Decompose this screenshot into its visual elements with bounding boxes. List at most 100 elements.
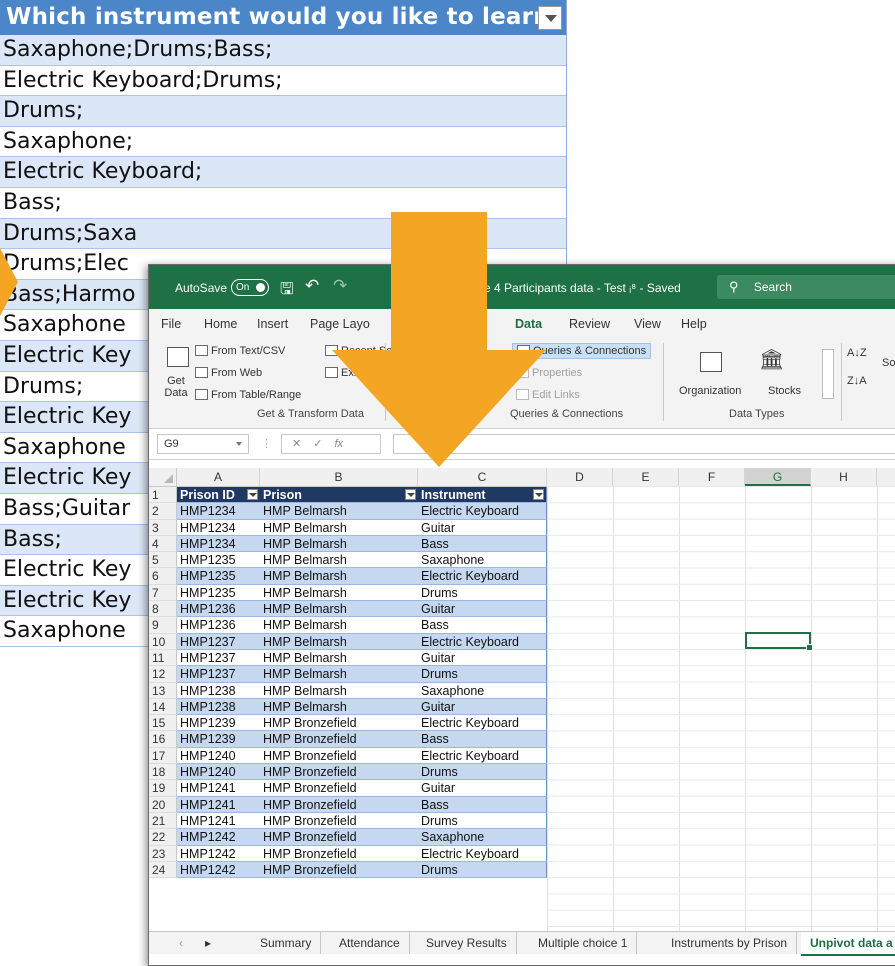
cell-prison[interactable]: HMP Belmarsh <box>260 649 418 667</box>
cell-prison-id[interactable]: HMP1235 <box>177 584 260 602</box>
cancel-icon[interactable]: ✕ <box>292 438 313 450</box>
cell-instrument[interactable]: Bass <box>418 796 547 813</box>
cell-prison[interactable]: HMP Belmarsh <box>260 519 418 536</box>
row-number[interactable]: 14 <box>149 698 177 716</box>
filter-icon[interactable] <box>533 489 544 500</box>
cell-instrument[interactable]: Electric Keyboard <box>418 633 547 650</box>
row-number[interactable]: 10 <box>149 633 177 650</box>
cell-instrument[interactable]: Guitar <box>418 780 547 797</box>
header-prison-id[interactable]: Prison ID <box>177 487 260 504</box>
cell-instrument[interactable]: Saxaphone <box>418 829 547 846</box>
cell-prison-id[interactable]: HMP1241 <box>177 796 260 813</box>
header-prison[interactable]: Prison <box>260 487 418 504</box>
cell-instrument[interactable]: Bass <box>418 535 547 553</box>
cell-prison-id[interactable]: HMP1240 <box>177 747 260 765</box>
cell-prison-id[interactable]: HMP1242 <box>177 845 260 862</box>
row-number[interactable]: 22 <box>149 829 177 846</box>
cell-prison[interactable]: HMP Belmarsh <box>260 503 418 520</box>
cell-instrument[interactable]: Guitar <box>418 519 547 536</box>
organization-button[interactable]: Organization <box>679 385 741 397</box>
row-number[interactable]: 12 <box>149 666 177 683</box>
cell-prison-id[interactable]: HMP1236 <box>177 601 260 618</box>
row-number[interactable]: 16 <box>149 731 177 748</box>
row-number[interactable]: 21 <box>149 812 177 830</box>
row-number[interactable]: 19 <box>149 780 177 797</box>
cell-instrument[interactable]: Saxaphone <box>418 682 547 699</box>
cell-prison-id[interactable]: HMP1240 <box>177 764 260 781</box>
cell-prison[interactable]: HMP Bronzefield <box>260 812 418 830</box>
cell-instrument[interactable]: Drums <box>418 812 547 830</box>
row-number[interactable]: 2 <box>149 503 177 520</box>
cell-prison-id[interactable]: HMP1238 <box>177 682 260 699</box>
cell-prison-id[interactable]: HMP1241 <box>177 780 260 797</box>
row-number[interactable]: 1 <box>149 487 177 504</box>
cell-prison[interactable]: HMP Belmarsh <box>260 568 418 585</box>
cell-prison[interactable]: HMP Belmarsh <box>260 617 418 634</box>
from-table-range-button[interactable]: From Table/Range <box>195 389 301 401</box>
row-number[interactable]: 23 <box>149 845 177 862</box>
cell-instrument[interactable]: Guitar <box>418 601 547 618</box>
cell-prison[interactable]: HMP Bronzefield <box>260 764 418 781</box>
cell-prison-id[interactable]: HMP1237 <box>177 666 260 683</box>
cell-prison[interactable]: HMP Bronzefield <box>260 731 418 748</box>
sort-az-icon[interactable]: A↓Z <box>847 347 867 359</box>
selected-cell-g9[interactable] <box>745 632 813 651</box>
cell-prison-id[interactable]: HMP1235 <box>177 552 260 569</box>
cell-prison[interactable]: HMP Belmarsh <box>260 682 418 699</box>
column-header-f[interactable]: F <box>679 468 745 486</box>
row-number[interactable]: 13 <box>149 682 177 699</box>
sheet-tab[interactable]: Unpivot data a <box>801 932 895 956</box>
header-instrument[interactable]: Instrument <box>418 487 547 504</box>
undo-icon[interactable]: ↶ <box>305 276 319 296</box>
filter-icon[interactable] <box>405 489 416 500</box>
cell-prison[interactable]: HMP Bronzefield <box>260 861 418 879</box>
row-number[interactable]: 20 <box>149 796 177 813</box>
cell-prison-id[interactable]: HMP1235 <box>177 568 260 585</box>
redo-icon[interactable]: ↷ <box>333 276 347 296</box>
row-number[interactable]: 24 <box>149 861 177 879</box>
cell-instrument[interactable]: Drums <box>418 666 547 683</box>
cell-prison[interactable]: HMP Belmarsh <box>260 633 418 650</box>
column-header-d[interactable]: D <box>547 468 613 486</box>
cell-instrument[interactable]: Drums <box>418 764 547 781</box>
row-number[interactable]: 7 <box>149 584 177 602</box>
tab-home[interactable]: Home <box>204 317 237 331</box>
from-web-button[interactable]: From Web <box>195 367 262 379</box>
cell-instrument[interactable]: Saxaphone <box>418 552 547 569</box>
cell-prison[interactable]: HMP Belmarsh <box>260 584 418 602</box>
cell-prison-id[interactable]: HMP1242 <box>177 829 260 846</box>
cell-prison[interactable]: HMP Belmarsh <box>260 535 418 553</box>
tab-view[interactable]: View <box>634 317 661 331</box>
tab-page-layout[interactable]: Page Layo <box>310 317 370 331</box>
cell-prison-id[interactable]: HMP1239 <box>177 715 260 732</box>
row-number[interactable]: 3 <box>149 519 177 536</box>
column-header-h[interactable]: H <box>811 468 877 486</box>
cell-prison-id[interactable]: HMP1242 <box>177 861 260 879</box>
row-number[interactable]: 15 <box>149 715 177 732</box>
tab-help[interactable]: Help <box>681 317 707 331</box>
from-text-csv-button[interactable]: From Text/CSV <box>195 345 285 357</box>
row-number[interactable]: 5 <box>149 552 177 569</box>
cell-instrument[interactable]: Electric Keyboard <box>418 568 547 585</box>
cell-instrument[interactable]: Bass <box>418 731 547 748</box>
column-header-a[interactable]: A <box>177 468 260 486</box>
row-number[interactable]: 11 <box>149 649 177 667</box>
cell-prison-id[interactable]: HMP1238 <box>177 698 260 716</box>
cell-prison-id[interactable]: HMP1236 <box>177 617 260 634</box>
column-header-e[interactable]: E <box>613 468 679 486</box>
cell-prison[interactable]: HMP Bronzefield <box>260 829 418 846</box>
cell-instrument[interactable]: Electric Keyboard <box>418 715 547 732</box>
cell-instrument[interactable]: Electric Keyboard <box>418 845 547 862</box>
column-header-c[interactable]: C <box>418 468 547 486</box>
row-number[interactable]: 9 <box>149 617 177 634</box>
cell-prison[interactable]: HMP Bronzefield <box>260 747 418 765</box>
cell-prison-id[interactable]: HMP1234 <box>177 503 260 520</box>
cell-instrument[interactable]: Electric Keyboard <box>418 503 547 520</box>
cell-prison[interactable]: HMP Bronzefield <box>260 845 418 862</box>
cell-instrument[interactable]: Guitar <box>418 698 547 716</box>
save-icon[interactable]: 🖫 <box>280 278 294 305</box>
sort-za-icon[interactable]: Z↓A <box>847 375 867 387</box>
column-header-g[interactable]: G <box>745 468 811 486</box>
cell-prison[interactable]: HMP Belmarsh <box>260 601 418 618</box>
select-all-corner[interactable] <box>149 468 177 486</box>
